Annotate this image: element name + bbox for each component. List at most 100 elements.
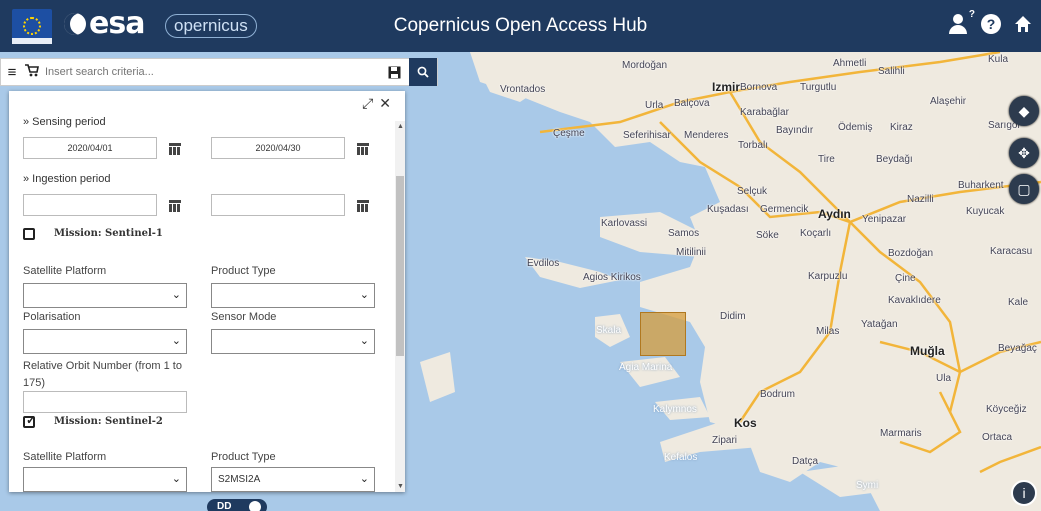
polarisation-select[interactable]: ⌄	[23, 329, 187, 354]
map-label-kalymnos: Kalymnos	[653, 404, 697, 415]
map-label-seferihisar: Seferihisar	[623, 130, 671, 141]
map-label-ortaca: Ortaca	[982, 432, 1013, 443]
pan-icon[interactable]: ✥	[1009, 138, 1039, 168]
map-label-karpuzlu: Karpuzlu	[808, 271, 848, 282]
top-header: esa opernicus Copernicus Open Access Hub…	[0, 0, 1041, 52]
map-label-symi: Symi	[856, 480, 879, 491]
esa-logo: esa	[64, 6, 145, 41]
map-label-mugla: Muğla	[910, 344, 945, 358]
map-label-datca: Datça	[792, 456, 819, 467]
scroll-down-icon[interactable]: ▼	[397, 483, 404, 490]
s1-product-type-label: Product Type	[211, 265, 276, 277]
map-label-turgutlu: Turgutlu	[800, 82, 837, 93]
map-label-soke: Söke	[756, 230, 779, 241]
map-label-ahmetli: Ahmetli	[833, 58, 867, 69]
user-icon[interactable]: ?	[947, 9, 975, 36]
s1-satellite-platform-select[interactable]: ⌄	[23, 283, 187, 308]
s1-satellite-platform-label: Satellite Platform	[23, 265, 107, 277]
layers-icon[interactable]: ◆	[1009, 96, 1039, 126]
map-label-beyagac: Beyağaç	[998, 343, 1037, 354]
menu-icon[interactable]: ≡	[1, 64, 23, 81]
map-label-mordogan: Mordoğan	[622, 60, 668, 71]
map-label-ula: Ula	[936, 373, 952, 384]
s2-product-type-select[interactable]: S2MSI2A ⌄	[211, 467, 375, 492]
ingestion-from-input[interactable]	[23, 194, 157, 216]
map-label-germencik: Germencik	[760, 204, 809, 215]
save-icon[interactable]	[379, 58, 409, 86]
chevron-down-icon: ⌄	[171, 335, 181, 347]
search-button[interactable]	[409, 58, 437, 86]
chevron-down-icon: ⌄	[359, 289, 369, 301]
map-label-zipari: Zipari	[712, 435, 738, 446]
map-label-didim: Didim	[720, 311, 746, 322]
scroll-up-icon[interactable]: ▲	[397, 123, 404, 130]
sensing-to-input[interactable]: 2020/04/30	[211, 137, 345, 159]
map-label-kale: Kale	[1008, 297, 1029, 308]
map-label-cesme: Çeşme	[553, 128, 585, 139]
sentinel2-checkbox[interactable]	[23, 413, 36, 428]
map-label-yenipazar: Yenipazar	[862, 214, 907, 225]
map-label-alasehir: Alaşehir	[930, 96, 967, 107]
dd-toggle-label: DD	[217, 501, 232, 511]
map-label-samos: Samos	[668, 228, 700, 239]
map-label-bozdogan: Bozdoğan	[888, 248, 934, 259]
map-label-torbali: Torbalı	[738, 140, 769, 151]
map-label-marmaris: Marmaris	[880, 428, 922, 439]
map-label-agios-kirikos: Agios Kirikos	[583, 272, 641, 283]
map-label-kusadasi: Kuşadası	[707, 204, 749, 215]
map-label-kefalos: Kefalos	[664, 452, 698, 463]
map-label-buharkent: Buharkent	[958, 180, 1004, 191]
help-icon[interactable]: ?	[981, 14, 1001, 34]
calendar-icon[interactable]	[169, 143, 181, 155]
area-select-icon[interactable]: ▢	[1009, 174, 1039, 204]
s2-satellite-platform-label: Satellite Platform	[23, 451, 107, 463]
land-west	[420, 352, 455, 402]
map-label-kiraz: Kiraz	[890, 122, 913, 133]
map-label-bornova: Bornova	[740, 82, 778, 93]
area-of-interest-selection[interactable]	[640, 312, 686, 356]
sentinel2-label: Mission: Sentinel-2	[54, 416, 163, 427]
map-label-nazilli: Nazilli	[907, 194, 934, 205]
calendar-icon[interactable]	[357, 143, 369, 155]
sensing-from-input[interactable]: 2020/04/01	[23, 137, 157, 159]
search-input[interactable]	[41, 60, 379, 84]
map-label-milas: Milas	[816, 326, 840, 337]
map-label-karabaglar: Karabağlar	[740, 107, 789, 118]
map-label-kos: Kos	[734, 416, 757, 430]
sentinel1-checkbox[interactable]	[23, 228, 35, 240]
info-icon[interactable]: i	[1011, 480, 1037, 506]
map-label-beydagi: Beydağı	[876, 154, 913, 165]
map-label-bayindir: Bayındır	[776, 125, 814, 136]
s1-product-type-select[interactable]: ⌄	[211, 283, 375, 308]
map-label-izmir: Izmir	[712, 80, 741, 94]
chevron-down-icon: ⌄	[171, 473, 181, 485]
relative-orbit-input[interactable]	[23, 391, 187, 413]
home-icon[interactable]	[1011, 12, 1035, 36]
dd-toggle[interactable]: DD	[207, 499, 267, 511]
calendar-icon[interactable]	[357, 200, 369, 212]
cart-icon[interactable]	[23, 64, 41, 80]
map-label-tire: Tire	[818, 154, 835, 165]
sentinel1-label: Mission: Sentinel-1	[54, 228, 163, 239]
relative-orbit-label: Relative Orbit Number (from 1 to 175)	[23, 360, 182, 389]
search-bar: ≡	[0, 58, 438, 86]
sensor-mode-select[interactable]: ⌄	[211, 329, 375, 354]
s2-satellite-platform-select[interactable]: ⌄	[23, 467, 187, 492]
panel-scrollbar[interactable]: ▲ ▼	[395, 121, 405, 492]
map-label-menderes: Menderes	[684, 130, 729, 141]
sensor-mode-label: Sensor Mode	[211, 311, 277, 323]
chevron-down-icon: ⌄	[359, 335, 369, 347]
sensing-period-label: » Sensing period	[23, 116, 106, 128]
eu-flag-icon	[12, 9, 52, 44]
map-label-odemis: Ödemiş	[838, 122, 873, 133]
ingestion-to-input[interactable]	[211, 194, 345, 216]
s2-product-type-label: Product Type	[211, 451, 276, 463]
chevron-down-icon: ⌄	[171, 289, 181, 301]
map-label-selcuk: Selçuk	[737, 186, 768, 197]
scrollbar-thumb[interactable]	[396, 176, 404, 356]
calendar-icon[interactable]	[169, 200, 181, 212]
ingestion-period-label: » Ingestion period	[23, 173, 111, 185]
header-actions: ? ?	[947, 9, 1035, 36]
copernicus-logo: opernicus	[165, 14, 257, 38]
map-label-karacasu: Karacasu	[990, 246, 1033, 257]
